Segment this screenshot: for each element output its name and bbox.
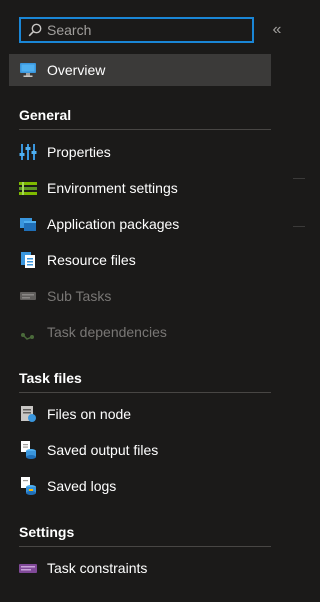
menu-item-sub-tasks[interactable]: Sub Tasks [9, 280, 271, 312]
menu-item-label: Overview [47, 62, 106, 78]
menu-item-label: Resource files [47, 252, 136, 268]
sliders-icon [19, 143, 37, 161]
menu-item-task-constraints[interactable]: Task constraints [9, 552, 271, 584]
section-task-files: Task files [19, 370, 271, 393]
menu-item-environment-settings[interactable]: Environment settings [9, 172, 271, 204]
section-divider [19, 546, 271, 547]
search-box[interactable] [19, 17, 254, 43]
menu-item-label: Application packages [47, 216, 180, 232]
constraints-icon [19, 559, 37, 577]
search-icon [25, 19, 45, 41]
section-settings: Settings [19, 524, 271, 547]
menu-item-task-dependencies[interactable]: Task dependencies [9, 316, 271, 348]
menu-item-overview[interactable]: Overview [9, 54, 271, 86]
package-icon [19, 215, 37, 233]
node-files-icon [19, 405, 37, 423]
menu-item-label: Environment settings [47, 180, 178, 196]
dependencies-icon [19, 323, 37, 341]
menu-item-label: Saved output files [47, 442, 159, 458]
section-title: Settings [19, 524, 75, 540]
menu-item-label: Task constraints [47, 560, 148, 576]
menu-item-label: Properties [47, 144, 111, 160]
files-icon [19, 251, 37, 269]
storage-logs-icon [19, 477, 37, 495]
menu-item-files-on-node[interactable]: Files on node [9, 398, 271, 430]
section-divider [19, 392, 271, 393]
menu-item-properties[interactable]: Properties [9, 136, 271, 168]
menu-item-label: Files on node [47, 406, 132, 422]
menu-item-label: Task dependencies [47, 324, 167, 340]
menu-item-saved-logs[interactable]: Saved logs [9, 470, 271, 502]
menu-item-saved-output-files[interactable]: Saved output files [9, 434, 271, 466]
pane-edge-divider [293, 178, 305, 179]
subtasks-icon [19, 287, 37, 305]
menu-item-label: Saved logs [47, 478, 117, 494]
pane-edge-divider [293, 226, 305, 227]
storage-files-icon [19, 441, 37, 459]
double-chevron-left-icon: « [272, 21, 282, 38]
settings-list-icon [19, 179, 37, 197]
search-input[interactable] [45, 22, 239, 38]
monitor-icon [19, 61, 37, 79]
menu-item-label: Sub Tasks [47, 288, 112, 304]
section-title: General [19, 107, 72, 123]
section-divider [19, 129, 271, 130]
collapse-sidebar-button[interactable]: « [268, 20, 286, 40]
section-general: General [19, 107, 271, 130]
menu-item-application-packages[interactable]: Application packages [9, 208, 271, 240]
menu-item-resource-files[interactable]: Resource files [9, 244, 271, 276]
section-title: Task files [19, 370, 82, 386]
